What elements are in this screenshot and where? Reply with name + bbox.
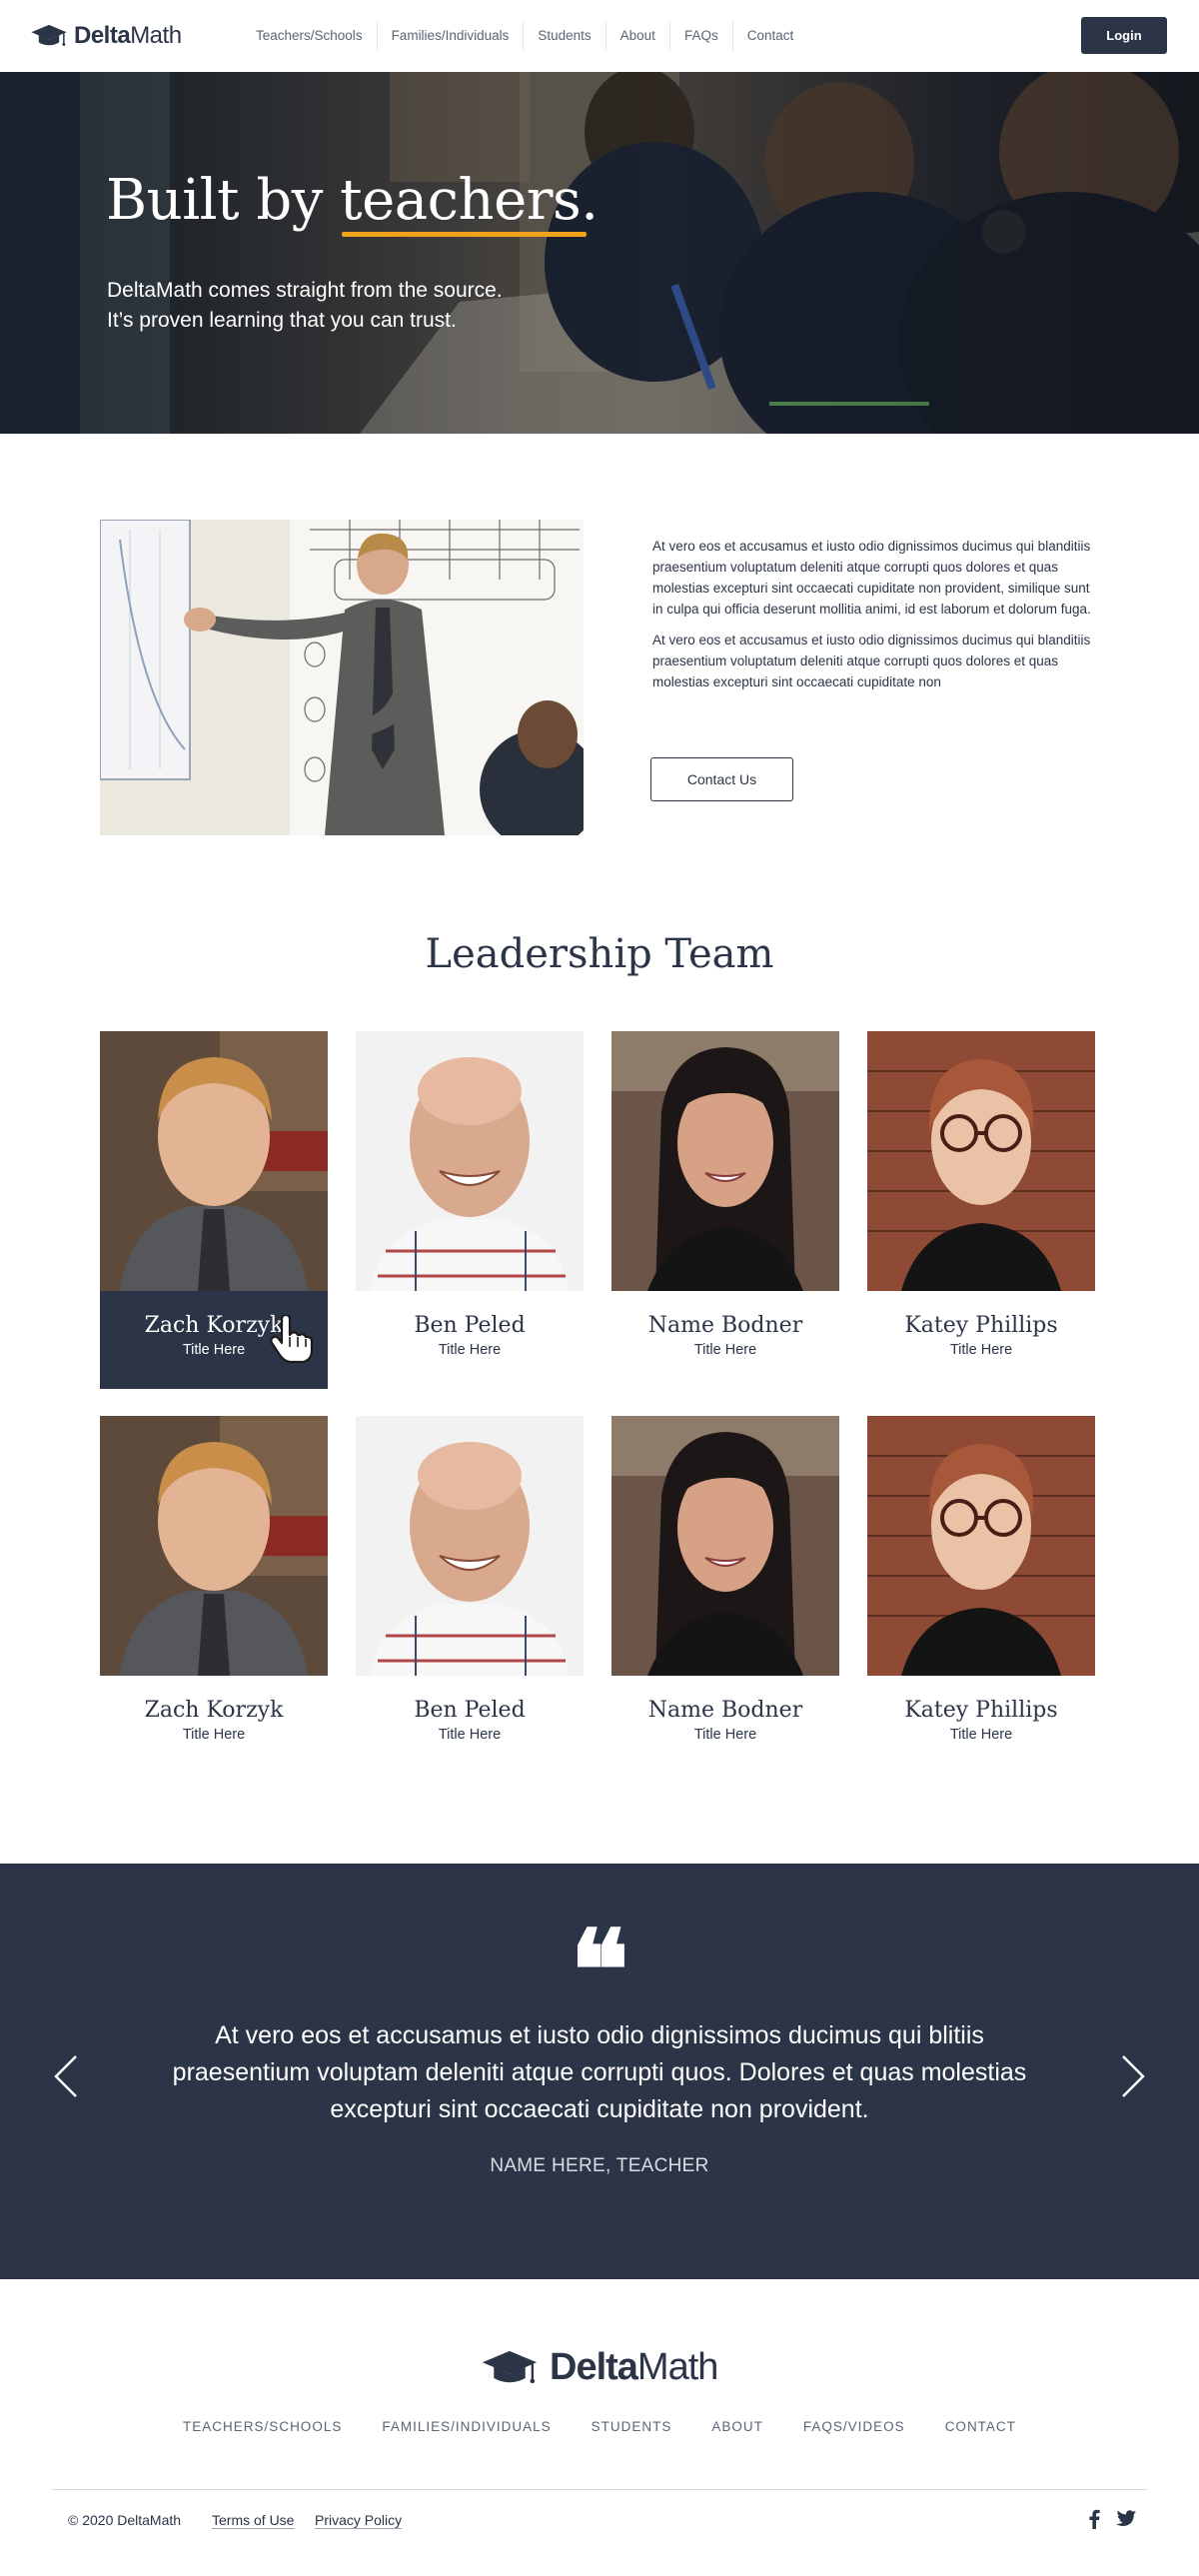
footer-brand-logo[interactable]: DeltaMath (478, 2346, 718, 2389)
footer-link-about[interactable]: ABOUT (711, 2419, 763, 2434)
member-title: Title Here (182, 1727, 246, 1743)
contact-us-button[interactable]: Contact Us (650, 757, 793, 801)
portrait-katey (867, 1416, 1095, 1676)
facebook-icon[interactable] (1083, 2508, 1105, 2530)
member-title: Title Here (693, 1727, 757, 1743)
testimonial-author: NAME HERE, TEACHER (490, 2155, 709, 2176)
team-member-card[interactable]: Katey Phillips Title Here (867, 1416, 1095, 1743)
main-nav: Teachers/Schools Families/Individuals St… (242, 0, 807, 72)
nav-families-individuals[interactable]: Families/Individuals (376, 21, 524, 51)
terms-of-use-link[interactable]: Terms of Use (212, 2512, 294, 2528)
nav-faqs[interactable]: FAQs (668, 21, 732, 51)
graduation-cap-icon (31, 24, 67, 46)
quote-icon: ❝ (570, 1906, 629, 2034)
member-title: Title Here (949, 1342, 1013, 1358)
member-name: Zach Korzyk (144, 1698, 284, 1723)
member-name: Katey Phillips (904, 1698, 1058, 1723)
portrait-katey (867, 1031, 1095, 1291)
member-photo (867, 1416, 1095, 1676)
footer-link-teachers-schools[interactable]: TEACHERS/SCHOOLS (183, 2419, 342, 2434)
privacy-policy-link[interactable]: Privacy Policy (315, 2512, 402, 2528)
portrait-zach (100, 1416, 328, 1676)
footer-link-students[interactable]: STUDENTS (592, 2419, 672, 2434)
hero-title-highlight: teachers. (340, 168, 599, 237)
about-paragraph-1: At vero eos et accusamus et iusto odio d… (652, 539, 1091, 617)
hero-banner: Built by teachers. DeltaMath comes strai… (0, 72, 1199, 434)
about-paragraph-2: At vero eos et accusamus et iusto odio d… (652, 633, 1091, 689)
member-photo (356, 1031, 584, 1291)
team-member-card[interactable]: Zach Korzyk Title Here (100, 1416, 328, 1743)
leadership-title: Leadership Team (425, 931, 774, 977)
hand-pointer-icon (270, 1315, 314, 1363)
member-title: Title Here (438, 1727, 502, 1743)
twitter-icon[interactable] (1115, 2508, 1137, 2530)
footer-link-faqs-videos[interactable]: FAQS/VIDEOS (803, 2419, 905, 2434)
hero-overlay (0, 72, 1199, 434)
portrait-bodner (611, 1031, 839, 1291)
team-member-card[interactable]: Ben Peled Title Here (356, 1416, 584, 1743)
member-name: Ben Peled (414, 1313, 526, 1338)
member-photo (611, 1416, 839, 1676)
chevron-right-icon[interactable] (1117, 2053, 1147, 2099)
footer-divider (52, 2489, 1147, 2490)
team-member-card[interactable]: Ben Peled Title Here (356, 1031, 584, 1358)
nav-students[interactable]: Students (523, 21, 604, 51)
nav-about[interactable]: About (604, 21, 669, 51)
testimonial-quote: At vero eos et accusamus et iusto odio d… (172, 2021, 1027, 2123)
nav-contact[interactable]: Contact (731, 21, 808, 51)
footer-nav: TEACHERS/SCHOOLS FAMILIES/INDIVIDUALS ST… (0, 2419, 1199, 2434)
member-photo (100, 1031, 328, 1291)
member-photo (867, 1031, 1095, 1291)
footer-link-families-individuals[interactable]: FAMILIES/INDIVIDUALS (382, 2419, 551, 2434)
team-member-card[interactable]: Name Bodner Title Here (611, 1031, 839, 1358)
member-name: Name Bodner (647, 1698, 803, 1723)
footer-link-contact[interactable]: CONTACT (945, 2419, 1016, 2434)
brand-logo[interactable]: DeltaMath (30, 22, 182, 50)
member-name: Name Bodner (647, 1313, 803, 1338)
portrait-bodner (611, 1416, 839, 1676)
portrait-ben (356, 1416, 584, 1676)
member-name: Katey Phillips (904, 1313, 1058, 1338)
member-photo (100, 1416, 328, 1676)
login-button[interactable]: Login (1081, 17, 1167, 54)
testimonial-section: ❝ At vero eos et accusamus et iusto odio… (0, 1864, 1199, 2279)
graduation-cap-icon (482, 2350, 538, 2383)
chevron-left-icon[interactable] (52, 2053, 82, 2099)
member-photo (611, 1031, 839, 1291)
team-member-card[interactable]: Name Bodner Title Here (611, 1416, 839, 1743)
team-member-card[interactable]: Katey Phillips Title Here (867, 1031, 1095, 1358)
hero-title: Built by teachers. (106, 168, 599, 237)
site-header: DeltaMath Teachers/Schools Families/Indi… (0, 0, 1199, 73)
portrait-ben (356, 1031, 584, 1291)
portrait-zach (100, 1031, 328, 1291)
copyright-text: © 2020 DeltaMath (68, 2512, 182, 2528)
footer-wordmark: DeltaMath (550, 2346, 718, 2388)
nav-teachers-schools[interactable]: Teachers/Schools (242, 21, 377, 51)
member-title: Title Here (693, 1342, 757, 1358)
member-photo (356, 1416, 584, 1676)
brand-wordmark: DeltaMath (74, 22, 182, 49)
member-name: Ben Peled (414, 1698, 526, 1723)
about-text: At vero eos et accusamus et iusto odio d… (652, 536, 1092, 702)
member-title: Title Here (438, 1342, 502, 1358)
classroom-teacher-photo (100, 520, 584, 835)
teacher-photo-illustration (100, 520, 584, 835)
hero-subtitle: DeltaMath comes straight from the source… (107, 279, 503, 332)
member-title: Title Here (949, 1727, 1013, 1743)
